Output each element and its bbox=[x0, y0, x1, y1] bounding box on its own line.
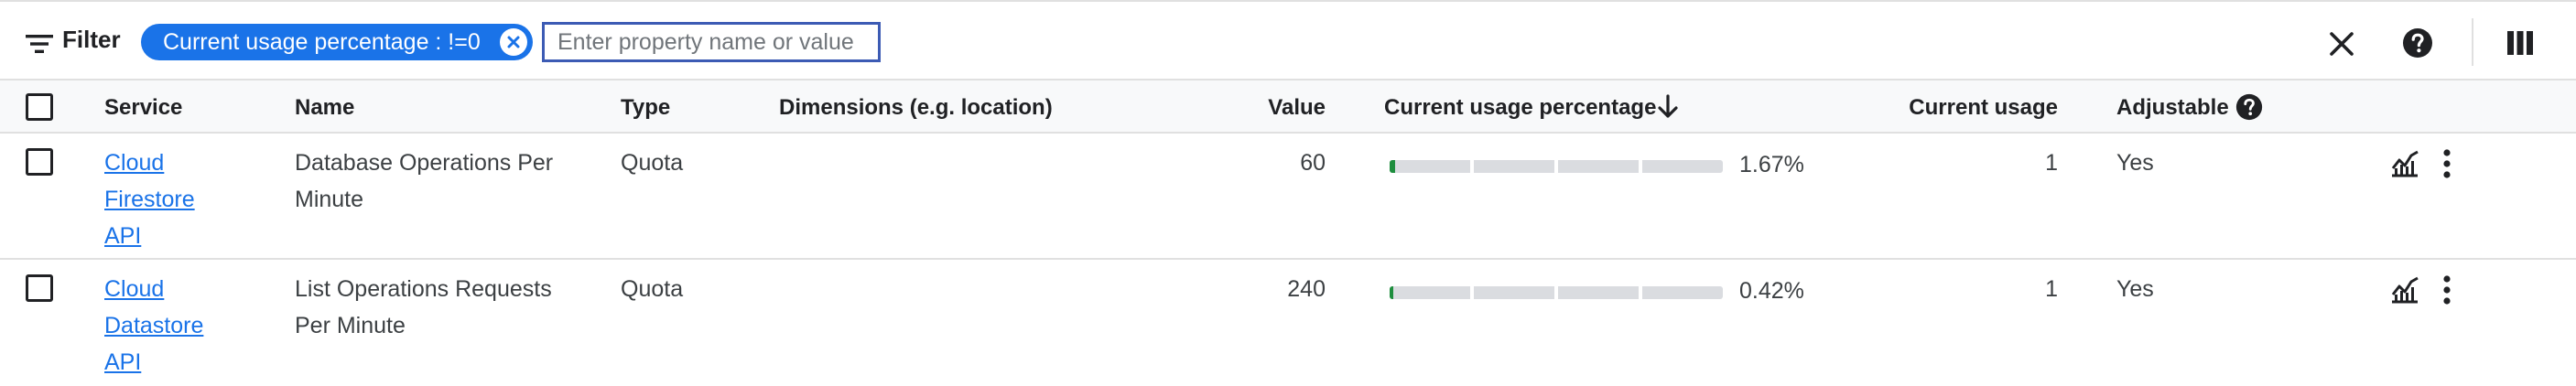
arrow-down-icon[interactable] bbox=[1655, 93, 1681, 121]
table-header: Service Name Type Dimensions (e.g. locat… bbox=[0, 80, 2576, 134]
usage-percentage: 1.67% bbox=[1739, 152, 1804, 177]
more-vert-icon[interactable] bbox=[2431, 148, 2462, 179]
usage-progress-bar bbox=[1390, 160, 1723, 173]
column-header-name[interactable]: Name bbox=[295, 95, 354, 121]
column-display-icon[interactable] bbox=[2506, 29, 2534, 57]
row-checkbox[interactable] bbox=[26, 148, 53, 176]
column-header-dimensions[interactable]: Dimensions (e.g. location) bbox=[779, 95, 1053, 121]
service-link-line[interactable]: Cloud bbox=[104, 271, 203, 307]
current-usage: 1 bbox=[2045, 150, 2058, 176]
chip-remove-button[interactable] bbox=[500, 28, 527, 56]
service-link-line[interactable]: Datastore bbox=[104, 307, 203, 344]
progress-segment bbox=[1474, 160, 1554, 173]
progress-fill bbox=[1390, 160, 1395, 173]
progress-segment bbox=[1558, 286, 1639, 299]
progress-fill bbox=[1390, 286, 1393, 299]
usage-percentage: 0.42% bbox=[1739, 278, 1804, 304]
service-link-line[interactable]: Cloud bbox=[104, 145, 195, 181]
quota-name-line: List Operations Requests bbox=[295, 276, 552, 302]
column-header-service[interactable]: Service bbox=[104, 95, 182, 121]
adjustable-value: Yes bbox=[2116, 276, 2154, 302]
service-link[interactable]: Cloud Datastore API bbox=[104, 271, 203, 381]
help-circle-icon[interactable] bbox=[2235, 93, 2263, 121]
quotas-table-page: Filter Current usage percentage : !=0 En… bbox=[0, 0, 2576, 386]
progress-segment bbox=[1474, 286, 1554, 299]
quota-name-line: Per Minute bbox=[295, 313, 406, 338]
filter-lines-icon[interactable] bbox=[26, 35, 53, 53]
adjustable-value: Yes bbox=[2116, 150, 2154, 176]
filter-input[interactable] bbox=[542, 22, 881, 62]
progress-segment bbox=[1642, 286, 1723, 299]
column-header-type[interactable]: Type bbox=[621, 95, 670, 121]
progress-segment bbox=[1642, 160, 1723, 173]
quota-value: 240 bbox=[1287, 276, 1326, 302]
column-header-current-usage[interactable]: Current usage bbox=[1877, 95, 2058, 121]
quota-name: List Operations Requests Per Minute bbox=[295, 271, 552, 344]
filter-bar: Filter Current usage percentage : !=0 bbox=[0, 2, 2576, 80]
more-vert-icon[interactable] bbox=[2431, 274, 2462, 306]
service-link-line[interactable]: API bbox=[104, 344, 203, 381]
usage-progress-bar bbox=[1390, 286, 1723, 299]
row-checkbox[interactable] bbox=[26, 274, 53, 302]
quota-type: Quota bbox=[621, 276, 684, 302]
monitoring-chart-icon[interactable] bbox=[2389, 148, 2420, 179]
quota-name: Database Operations Per Minute bbox=[295, 145, 553, 218]
progress-segment bbox=[1390, 160, 1470, 173]
service-link-line[interactable]: API bbox=[104, 218, 195, 254]
column-header-value[interactable]: Value bbox=[1227, 95, 1326, 121]
column-header-usage-percentage[interactable]: Current usage percentage bbox=[1384, 95, 1656, 121]
quota-type: Quota bbox=[621, 150, 684, 176]
current-usage: 1 bbox=[2045, 276, 2058, 302]
progress-segment bbox=[1558, 160, 1639, 173]
help-circle-icon[interactable] bbox=[2402, 27, 2433, 59]
table-row: Cloud Firestore API Database Operations … bbox=[0, 134, 2576, 260]
filter-label[interactable]: Filter bbox=[62, 26, 121, 54]
progress-segment bbox=[1390, 286, 1470, 299]
filter-chip-text: Current usage percentage : !=0 bbox=[163, 28, 481, 55]
quota-name-line: Database Operations Per bbox=[295, 150, 554, 176]
select-all-checkbox[interactable] bbox=[26, 93, 53, 121]
filter-chip[interactable]: Current usage percentage : !=0 bbox=[141, 24, 533, 60]
close-circle-icon bbox=[507, 36, 520, 48]
close-icon[interactable] bbox=[2325, 27, 2358, 60]
monitoring-chart-icon[interactable] bbox=[2389, 274, 2420, 306]
toolbar-divider bbox=[2472, 18, 2473, 66]
quota-value: 60 bbox=[1300, 150, 1326, 176]
service-link[interactable]: Cloud Firestore API bbox=[104, 145, 195, 254]
service-link-line[interactable]: Firestore bbox=[104, 181, 195, 218]
column-header-adjustable[interactable]: Adjustable bbox=[2116, 95, 2229, 121]
quota-name-line: Minute bbox=[295, 187, 364, 212]
table-row: Cloud Datastore API List Operations Requ… bbox=[0, 260, 2576, 386]
